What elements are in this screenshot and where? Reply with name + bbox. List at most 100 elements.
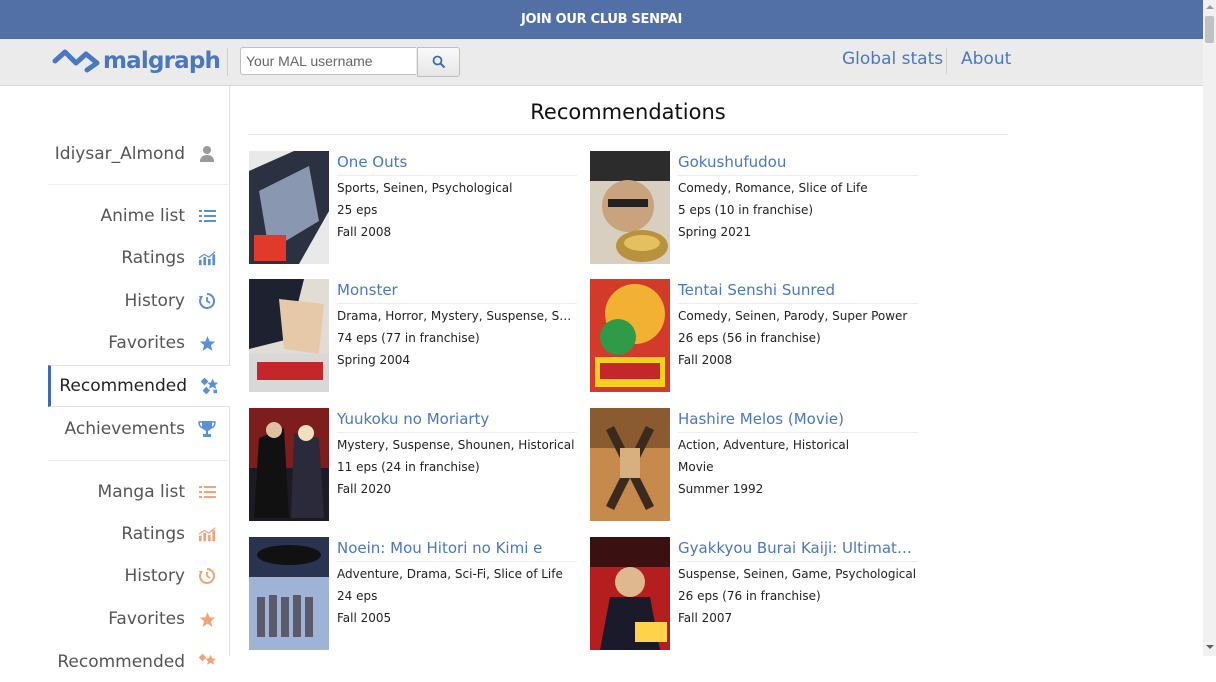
sidebar-item-anime-list[interactable]: Anime list	[48, 196, 228, 236]
divider	[248, 134, 1008, 135]
page-title: Recommendations	[530, 100, 726, 124]
sidebar-item-label: History	[124, 566, 185, 586]
recommendation-card: Noein: Mou Hitori no Kimi e Adventure, D…	[249, 537, 579, 652]
genres-text: Comedy, Seinen, Parody, Super Power	[678, 309, 908, 323]
cover-image[interactable]	[590, 408, 670, 521]
anime-title-link[interactable]: Yuukoku no Moriarty	[337, 410, 577, 433]
season-text: Fall 2007	[678, 611, 733, 625]
sidebar-item-label: Achievements	[64, 419, 185, 439]
cover-image[interactable]	[590, 537, 670, 650]
sidebar-item-manga-favorites[interactable]: Favorites	[48, 599, 228, 639]
genres-text: Mystery, Suspense, Shounen, Historical	[337, 438, 575, 452]
page-scrollbar[interactable]	[1203, 0, 1216, 656]
user-icon	[198, 145, 216, 163]
logo-text: malgraph	[103, 48, 221, 74]
club-banner[interactable]: JOIN OUR CLUB SENPAI	[0, 0, 1203, 39]
logo[interactable]: malgraph	[52, 46, 221, 76]
episodes-text: 25 eps	[337, 203, 378, 217]
list-icon	[198, 483, 216, 501]
sidebar-item-anime-favorites[interactable]: Favorites	[48, 323, 228, 363]
trophy-icon	[198, 420, 216, 438]
season-text: Fall 2008	[678, 353, 733, 367]
sidebar-item-anime-recommended[interactable]: Recommended	[48, 365, 230, 407]
genres-text: Action, Adventure, Historical	[678, 438, 850, 452]
divider	[48, 184, 228, 185]
episodes-text: 11 eps (24 in franchise)	[337, 460, 480, 474]
anime-title-link[interactable]: Monster	[337, 281, 577, 304]
recommendation-card: Gokushufudou Comedy, Romance, Slice of L…	[590, 151, 920, 266]
cover-image[interactable]	[249, 279, 329, 392]
recommendation-card: Yuukoku no Moriarty Mystery, Suspense, S…	[249, 408, 579, 523]
anime-title-link[interactable]: Noein: Mou Hitori no Kimi e	[337, 539, 577, 562]
sidebar-item-manga-ratings[interactable]: Ratings	[48, 514, 228, 554]
divider	[946, 48, 947, 74]
recommended-icon	[200, 377, 218, 395]
season-text: Spring 2021	[678, 225, 752, 239]
anime-title-link[interactable]: Tentai Senshi Sunred	[678, 281, 918, 304]
season-text: Fall 2020	[337, 482, 392, 496]
season-text: Fall 2008	[337, 225, 392, 239]
scroll-up-arrow[interactable]	[1206, 5, 1214, 9]
season-text: Summer 1992	[678, 482, 764, 496]
sidebar: Idiysar_Almond Anime list Ratings Histor…	[0, 86, 230, 672]
recommendation-card: Hashire Melos (Movie) Action, Adventure,…	[590, 408, 920, 523]
sidebar-item-label: Manga list	[97, 482, 185, 502]
star-icon	[198, 610, 216, 628]
recommendation-card: Tentai Senshi Sunred Comedy, Seinen, Par…	[590, 279, 920, 394]
history-icon	[198, 567, 216, 585]
sidebar-item-label: Anime list	[100, 206, 185, 226]
sidebar-item-anime-history[interactable]: History	[48, 281, 228, 321]
sidebar-item-label: Recommended	[57, 652, 185, 672]
sidebar-item-anime-ratings[interactable]: Ratings	[48, 238, 228, 278]
cover-image[interactable]	[590, 151, 670, 264]
season-text: Spring 2004	[337, 353, 411, 367]
sidebar-item-label: Ratings	[121, 524, 185, 544]
recommendation-card: One Outs Sports, Seinen, Psychological 2…	[249, 151, 579, 266]
genres-text: Comedy, Romance, Slice of Life	[678, 181, 868, 195]
genres-text: Sports, Seinen, Psychological	[337, 181, 513, 195]
top-navbar: malgraph Global stats About	[0, 39, 1203, 86]
sidebar-item-manga-history[interactable]: History	[48, 556, 228, 596]
search-button[interactable]	[417, 47, 460, 77]
divider	[48, 460, 228, 461]
sidebar-item-anime-achievements[interactable]: Achievements	[48, 409, 228, 449]
episodes-text: Movie	[678, 460, 714, 474]
episodes-text: 26 eps (56 in franchise)	[678, 331, 821, 345]
genres-text: Adventure, Drama, Sci-Fi, Slice of Life	[337, 567, 563, 581]
anime-title-link[interactable]: Hashire Melos (Movie)	[678, 410, 918, 433]
season-text: Fall 2005	[337, 611, 392, 625]
sidebar-user-profile[interactable]: Idiysar_Almond	[48, 136, 228, 172]
anime-title-link[interactable]: Gokushufudou	[678, 153, 918, 176]
cover-image[interactable]	[249, 537, 329, 650]
sidebar-username: Idiysar_Almond	[54, 144, 185, 164]
episodes-text: 5 eps (10 in franchise)	[678, 203, 814, 217]
nav-global-stats[interactable]: Global stats	[842, 49, 943, 69]
scroll-down-arrow[interactable]	[1206, 645, 1214, 649]
sidebar-item-label: History	[124, 291, 185, 311]
list-icon	[198, 207, 216, 225]
chart-icon	[198, 525, 216, 543]
genres-text: Drama, Horror, Mystery, Suspense, Seinen	[337, 309, 577, 323]
cover-image[interactable]	[590, 279, 670, 392]
sidebar-item-label: Favorites	[108, 609, 185, 629]
chart-icon	[198, 249, 216, 267]
anime-title-link[interactable]: One Outs	[337, 153, 577, 176]
username-search-input[interactable]	[240, 47, 416, 75]
sidebar-item-manga-recommended[interactable]: Recommended	[48, 642, 228, 682]
recommendation-card: Monster Drama, Horror, Mystery, Suspense…	[249, 279, 579, 394]
sidebar-item-label: Ratings	[121, 248, 185, 268]
logo-icon	[52, 49, 100, 73]
search-icon	[432, 55, 445, 69]
cover-image[interactable]	[249, 151, 329, 264]
episodes-text: 24 eps	[337, 589, 378, 603]
episodes-text: 74 eps (77 in franchise)	[337, 331, 480, 345]
genres-text: Suspense, Seinen, Game, Psychological	[678, 567, 917, 581]
anime-title-link[interactable]: Gyakkyou Burai Kaiji: Ultimate Survivor	[678, 539, 918, 562]
scroll-thumb[interactable]	[1205, 16, 1214, 43]
episodes-text: 26 eps (76 in franchise)	[678, 589, 821, 603]
sidebar-item-manga-list[interactable]: Manga list	[48, 472, 228, 512]
recommendation-card: Gyakkyou Burai Kaiji: Ultimate Survivor …	[590, 537, 920, 652]
cover-image[interactable]	[249, 408, 329, 521]
nav-about[interactable]: About	[961, 49, 1011, 69]
sidebar-item-label: Recommended	[59, 376, 187, 396]
